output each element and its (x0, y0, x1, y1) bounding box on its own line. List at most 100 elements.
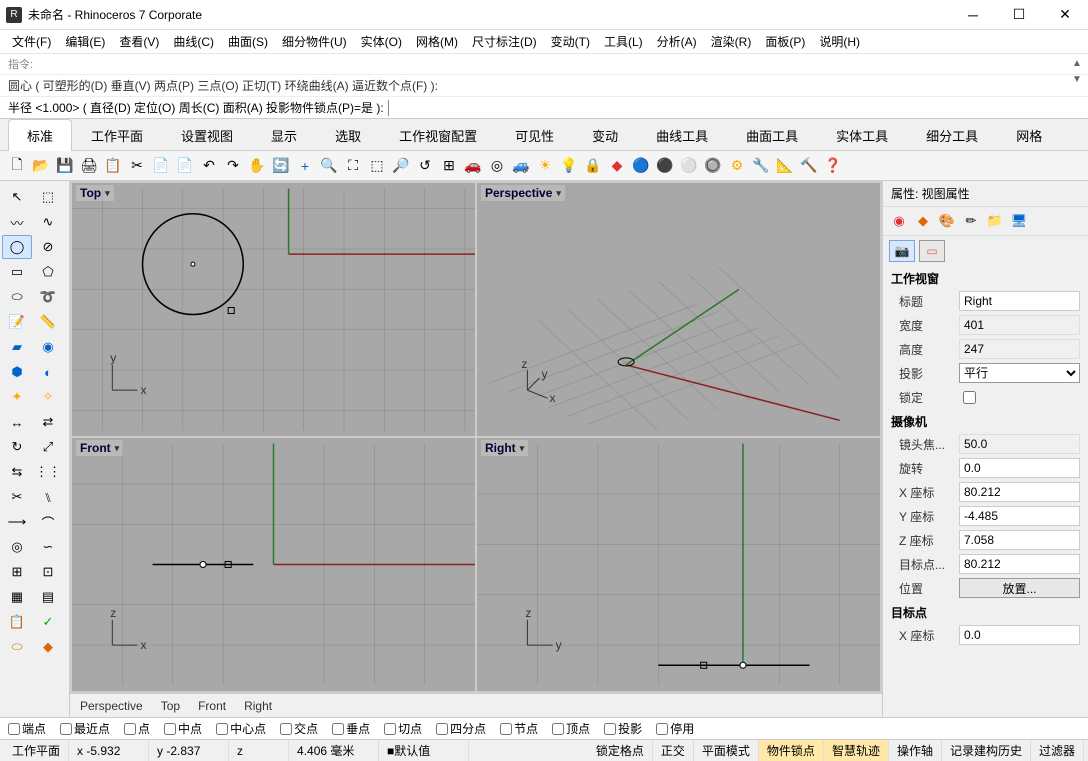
sphere-icon[interactable]: 🔘 (702, 155, 724, 177)
mat2-icon[interactable]: 🎨 (937, 211, 957, 231)
osnap-end[interactable]: 端点 (8, 720, 46, 737)
tab-solidtools[interactable]: 实体工具 (817, 119, 907, 151)
print-icon[interactable]: 🖨 (78, 155, 100, 177)
tab-select[interactable]: 选取 (316, 119, 380, 151)
chevron-down-icon[interactable]: ▾ (105, 188, 110, 199)
truck-icon[interactable]: 🚗 (462, 155, 484, 177)
4view-icon[interactable]: ⊞ (438, 155, 460, 177)
mark-icon[interactable]: ✓ (33, 610, 63, 634)
rect-icon[interactable]: ▭ (2, 260, 32, 284)
undo-icon[interactable]: ↶ (198, 155, 220, 177)
copy2-icon[interactable]: ⇄ (33, 410, 63, 434)
mesh-icon[interactable]: ⬢ (2, 360, 32, 384)
snap-icon[interactable]: ⊡ (33, 560, 63, 584)
lasso-icon[interactable]: ⬚ (33, 185, 63, 209)
mirror-icon[interactable]: ⇆ (2, 460, 32, 484)
tool2-icon[interactable]: 📐 (774, 155, 796, 177)
cut-icon[interactable]: ✂ (126, 155, 148, 177)
tool1-icon[interactable]: 🔧 (750, 155, 772, 177)
blend-icon[interactable]: ∽ (33, 535, 63, 559)
rotate-icon[interactable]: 🔄 (270, 155, 292, 177)
status-gumball[interactable]: 操作轴 (889, 740, 942, 761)
chevron-down-icon[interactable]: ▾ (520, 443, 525, 454)
cmd-scroll-up-icon[interactable]: ▲ (1070, 56, 1084, 70)
ellipse-icon[interactable]: ⬭ (2, 285, 32, 309)
grid-icon[interactable]: ⊞ (2, 560, 32, 584)
bulb-icon[interactable]: 💡 (558, 155, 580, 177)
vptab-right[interactable]: Right (244, 699, 272, 713)
close-button[interactable]: ✕ (1042, 0, 1088, 30)
val-cam-y[interactable]: -4.485 (959, 506, 1080, 526)
viewport-perspective[interactable]: Perspective▾ xyz (477, 183, 880, 436)
menu-analyze[interactable]: 分析(A) (651, 31, 703, 52)
osnap-cen[interactable]: 中心点 (216, 720, 266, 737)
mat-icon[interactable]: ⚪ (678, 155, 700, 177)
car-icon[interactable]: 🚙 (510, 155, 532, 177)
check-icon[interactable]: 📋 (2, 610, 32, 634)
viewport-front[interactable]: Front▾ xz (72, 438, 475, 691)
paste2-icon[interactable]: 📄 (174, 155, 196, 177)
status-cplane[interactable]: 工作平面 (4, 740, 69, 761)
val-cam-z[interactable]: 7.058 (959, 530, 1080, 550)
command-input[interactable] (388, 100, 1080, 116)
menu-dimension[interactable]: 尺寸标注(D) (466, 31, 543, 52)
menu-solid[interactable]: 实体(O) (355, 31, 408, 52)
tab-curvetools[interactable]: 曲线工具 (637, 119, 727, 151)
polyline-icon[interactable]: 〰 (2, 210, 32, 234)
array-icon[interactable]: ⋮⋮ (33, 460, 63, 484)
osnap-tan[interactable]: 切点 (384, 720, 422, 737)
osnap-point[interactable]: 点 (124, 720, 150, 737)
menu-edit[interactable]: 编辑(E) (59, 31, 111, 52)
tab-setview[interactable]: 设置视图 (162, 119, 252, 151)
menu-file[interactable]: 文件(F) (6, 31, 57, 52)
solid-icon[interactable]: ◉ (33, 335, 63, 359)
layers-icon[interactable]: ◆ (606, 155, 628, 177)
minimize-button[interactable]: ─ (950, 0, 996, 30)
polygon-icon[interactable]: ⬠ (33, 260, 63, 284)
render-icon[interactable]: ⚫ (654, 155, 676, 177)
arc-icon[interactable]: ⊘ (33, 235, 63, 259)
menu-curve[interactable]: 曲线(C) (167, 31, 220, 52)
tab-display[interactable]: 显示 (252, 119, 316, 151)
layers2-icon[interactable]: ◆ (913, 211, 933, 231)
tab-visibility[interactable]: 可见性 (496, 119, 573, 151)
help-icon[interactable]: ❓ (822, 155, 844, 177)
val-title[interactable]: Right (959, 291, 1080, 311)
menu-mesh[interactable]: 网格(M) (410, 31, 464, 52)
status-smarttrack[interactable]: 智慧轨迹 (824, 740, 889, 761)
rotate2-icon[interactable]: ↻ (2, 435, 32, 459)
edit-icon[interactable]: ✏ (961, 211, 981, 231)
trim-icon[interactable]: ✂ (2, 485, 32, 509)
join-icon[interactable]: ✧ (33, 385, 63, 409)
tab-surfacetools[interactable]: 曲面工具 (727, 119, 817, 151)
status-planar[interactable]: 平面模式 (694, 740, 759, 761)
val-tgt-x[interactable]: 0.0 (959, 625, 1080, 645)
zoom-ext-icon[interactable]: 🔍 (318, 155, 340, 177)
osnap-int[interactable]: 交点 (280, 720, 318, 737)
chk-lock[interactable] (963, 391, 976, 404)
val-rotation[interactable]: 0.0 (959, 458, 1080, 478)
dim-icon[interactable]: ◎ (486, 155, 508, 177)
vptab-front[interactable]: Front (198, 699, 226, 713)
menu-view[interactable]: 查看(V) (113, 31, 165, 52)
move-icon[interactable]: ↔ (2, 410, 32, 434)
dim2-icon[interactable]: 📏 (33, 310, 63, 334)
circle-icon[interactable]: ◯ (2, 235, 32, 259)
menu-tools[interactable]: 工具(L) (598, 31, 649, 52)
spiral-icon[interactable]: ➰ (33, 285, 63, 309)
fillet-icon[interactable]: ⌒ (33, 510, 63, 534)
props-icon[interactable]: ◉ (889, 211, 909, 231)
extend-icon[interactable]: ⟶ (2, 510, 32, 534)
surface-icon[interactable]: ▰ (2, 335, 32, 359)
text-icon[interactable]: 📝 (2, 310, 32, 334)
open-icon[interactable]: 📂 (30, 155, 52, 177)
status-default[interactable]: ■默认值 (379, 740, 469, 761)
osnap-quad[interactable]: 四分点 (436, 720, 486, 737)
zoom-sel-icon[interactable]: ⛶ (342, 155, 364, 177)
redo-icon[interactable]: ↷ (222, 155, 244, 177)
explode-icon[interactable]: ✦ (2, 385, 32, 409)
tab-cplane[interactable]: 工作平面 (72, 119, 162, 151)
subd-icon[interactable]: ◐ (33, 360, 63, 384)
osnap-knot[interactable]: 节点 (500, 720, 538, 737)
pointer-icon[interactable]: ↖ (2, 185, 32, 209)
